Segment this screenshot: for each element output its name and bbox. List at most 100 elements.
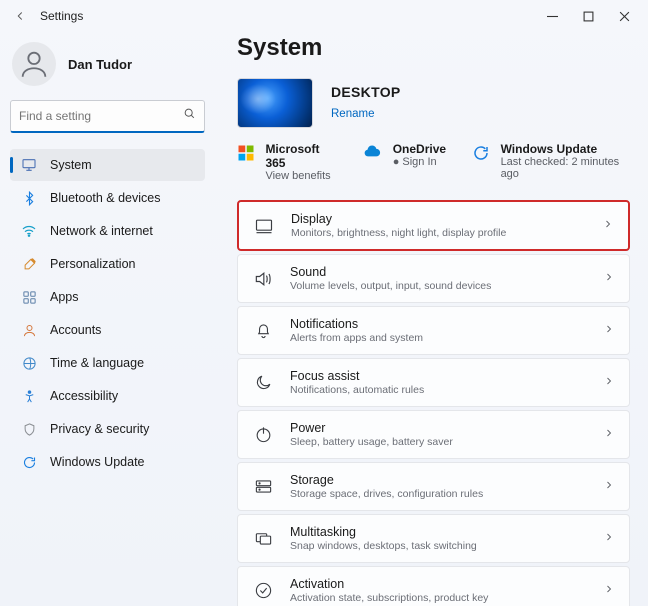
user-profile[interactable]: Dan Tudor [12, 42, 203, 86]
moon-icon [252, 372, 274, 394]
page-title: System [237, 34, 630, 62]
device-row: DESKTOP Rename [237, 78, 630, 128]
close-icon [619, 11, 630, 22]
cloud-title: Windows Update [501, 142, 630, 156]
apps-icon [20, 288, 38, 306]
chevron-right-icon [603, 478, 615, 496]
sidebar-item-label: Apps [50, 290, 79, 304]
main-content: System DESKTOP Rename Microsoft 365 View… [215, 32, 648, 606]
close-button[interactable] [606, 2, 642, 30]
cloud-m365[interactable]: Microsoft 365 View benefits [237, 142, 337, 182]
user-name: Dan Tudor [68, 57, 132, 72]
card-title: Focus assist [290, 369, 603, 383]
shield-icon [20, 420, 38, 438]
cloud-sub: Last checked: 2 minutes ago [501, 156, 620, 180]
card-title: Power [290, 421, 603, 435]
card-subtitle: Snap windows, desktops, task switching [290, 540, 603, 552]
card-display[interactable]: Display Monitors, brightness, night ligh… [237, 200, 630, 251]
device-thumbnail[interactable] [237, 78, 313, 128]
card-subtitle: Activation state, subscriptions, product… [290, 592, 603, 604]
sidebar-item-privacy[interactable]: Privacy & security [10, 413, 205, 445]
rename-link[interactable]: Rename [331, 108, 374, 120]
sidebar-item-label: Windows Update [50, 455, 145, 469]
cloud-title: Microsoft 365 [265, 142, 336, 170]
sidebar-item-time[interactable]: Time & language [10, 347, 205, 379]
sidebar-item-accounts[interactable]: Accounts [10, 314, 205, 346]
globe-clock-icon [20, 354, 38, 372]
settings-list: Display Monitors, brightness, night ligh… [237, 200, 630, 606]
cloud-update[interactable]: Windows Update Last checked: 2 minutes a… [472, 142, 630, 180]
card-title: Storage [290, 473, 603, 487]
chevron-right-icon [602, 217, 614, 235]
sidebar-item-label: Accounts [50, 323, 101, 337]
card-subtitle: Alerts from apps and system [290, 332, 603, 344]
search-box[interactable] [10, 100, 205, 133]
wifi-icon [20, 222, 38, 240]
chevron-right-icon [603, 322, 615, 340]
sidebar-item-accessibility[interactable]: Accessibility [10, 380, 205, 412]
chevron-right-icon [603, 582, 615, 600]
person-icon [17, 47, 51, 81]
sidebar-item-label: System [50, 158, 92, 172]
search-icon [183, 107, 196, 125]
card-activation[interactable]: Activation Activation state, subscriptio… [237, 566, 630, 606]
sidebar-item-personalization[interactable]: Personalization [10, 248, 205, 280]
multitasking-icon [252, 528, 274, 550]
chevron-right-icon [603, 374, 615, 392]
card-sound[interactable]: Sound Volume levels, output, input, soun… [237, 254, 630, 303]
maximize-button[interactable] [570, 2, 606, 30]
card-subtitle: Sleep, battery usage, battery saver [290, 436, 603, 448]
card-power[interactable]: Power Sleep, battery usage, battery save… [237, 410, 630, 459]
microsoft365-icon [237, 143, 255, 163]
storage-icon [252, 476, 274, 498]
paintbrush-icon [20, 255, 38, 273]
windows-update-icon [472, 143, 490, 163]
minimize-button[interactable] [534, 2, 570, 30]
sidebar-item-label: Network & internet [50, 224, 153, 238]
cloud-onedrive[interactable]: OneDrive ●Sign In [363, 142, 446, 168]
sidebar: Dan Tudor System Bluetooth & devices Net… [0, 32, 215, 606]
titlebar: Settings [0, 0, 648, 32]
avatar [12, 42, 56, 86]
sidebar-item-network[interactable]: Network & internet [10, 215, 205, 247]
card-storage[interactable]: Storage Storage space, drives, configura… [237, 462, 630, 511]
bluetooth-icon [20, 189, 38, 207]
sidebar-item-label: Personalization [50, 257, 135, 271]
chevron-right-icon [603, 270, 615, 288]
cloud-sub: View benefits [265, 170, 330, 182]
nav-list: System Bluetooth & devices Network & int… [10, 149, 205, 478]
cloud-sub: ●Sign In [393, 156, 437, 168]
card-title: Activation [290, 577, 603, 591]
cloud-title: OneDrive [393, 142, 446, 156]
card-subtitle: Storage space, drives, configuration rul… [290, 488, 603, 500]
accounts-icon [20, 321, 38, 339]
card-subtitle: Monitors, brightness, night light, displ… [291, 227, 602, 239]
card-title: Display [291, 212, 602, 226]
onedrive-icon [363, 143, 383, 163]
sidebar-item-label: Privacy & security [50, 422, 149, 436]
arrow-left-icon [13, 9, 27, 23]
power-icon [252, 424, 274, 446]
sidebar-item-label: Time & language [50, 356, 144, 370]
chevron-right-icon [603, 530, 615, 548]
display-icon [253, 215, 275, 237]
sidebar-item-bluetooth[interactable]: Bluetooth & devices [10, 182, 205, 214]
sidebar-item-update[interactable]: Windows Update [10, 446, 205, 478]
bell-icon [252, 320, 274, 342]
minimize-icon [547, 11, 558, 22]
sidebar-item-label: Accessibility [50, 389, 118, 403]
card-title: Sound [290, 265, 603, 279]
card-notifications[interactable]: Notifications Alerts from apps and syste… [237, 306, 630, 355]
card-multitasking[interactable]: Multitasking Snap windows, desktops, tas… [237, 514, 630, 563]
system-icon [20, 156, 38, 174]
sidebar-item-apps[interactable]: Apps [10, 281, 205, 313]
chevron-right-icon [603, 426, 615, 444]
accessibility-icon [20, 387, 38, 405]
device-name: DESKTOP [331, 84, 401, 100]
maximize-icon [583, 11, 594, 22]
search-input[interactable] [19, 109, 183, 123]
card-focus-assist[interactable]: Focus assist Notifications, automatic ru… [237, 358, 630, 407]
window-title: Settings [40, 9, 83, 23]
sidebar-item-system[interactable]: System [10, 149, 205, 181]
back-button[interactable] [6, 2, 34, 30]
